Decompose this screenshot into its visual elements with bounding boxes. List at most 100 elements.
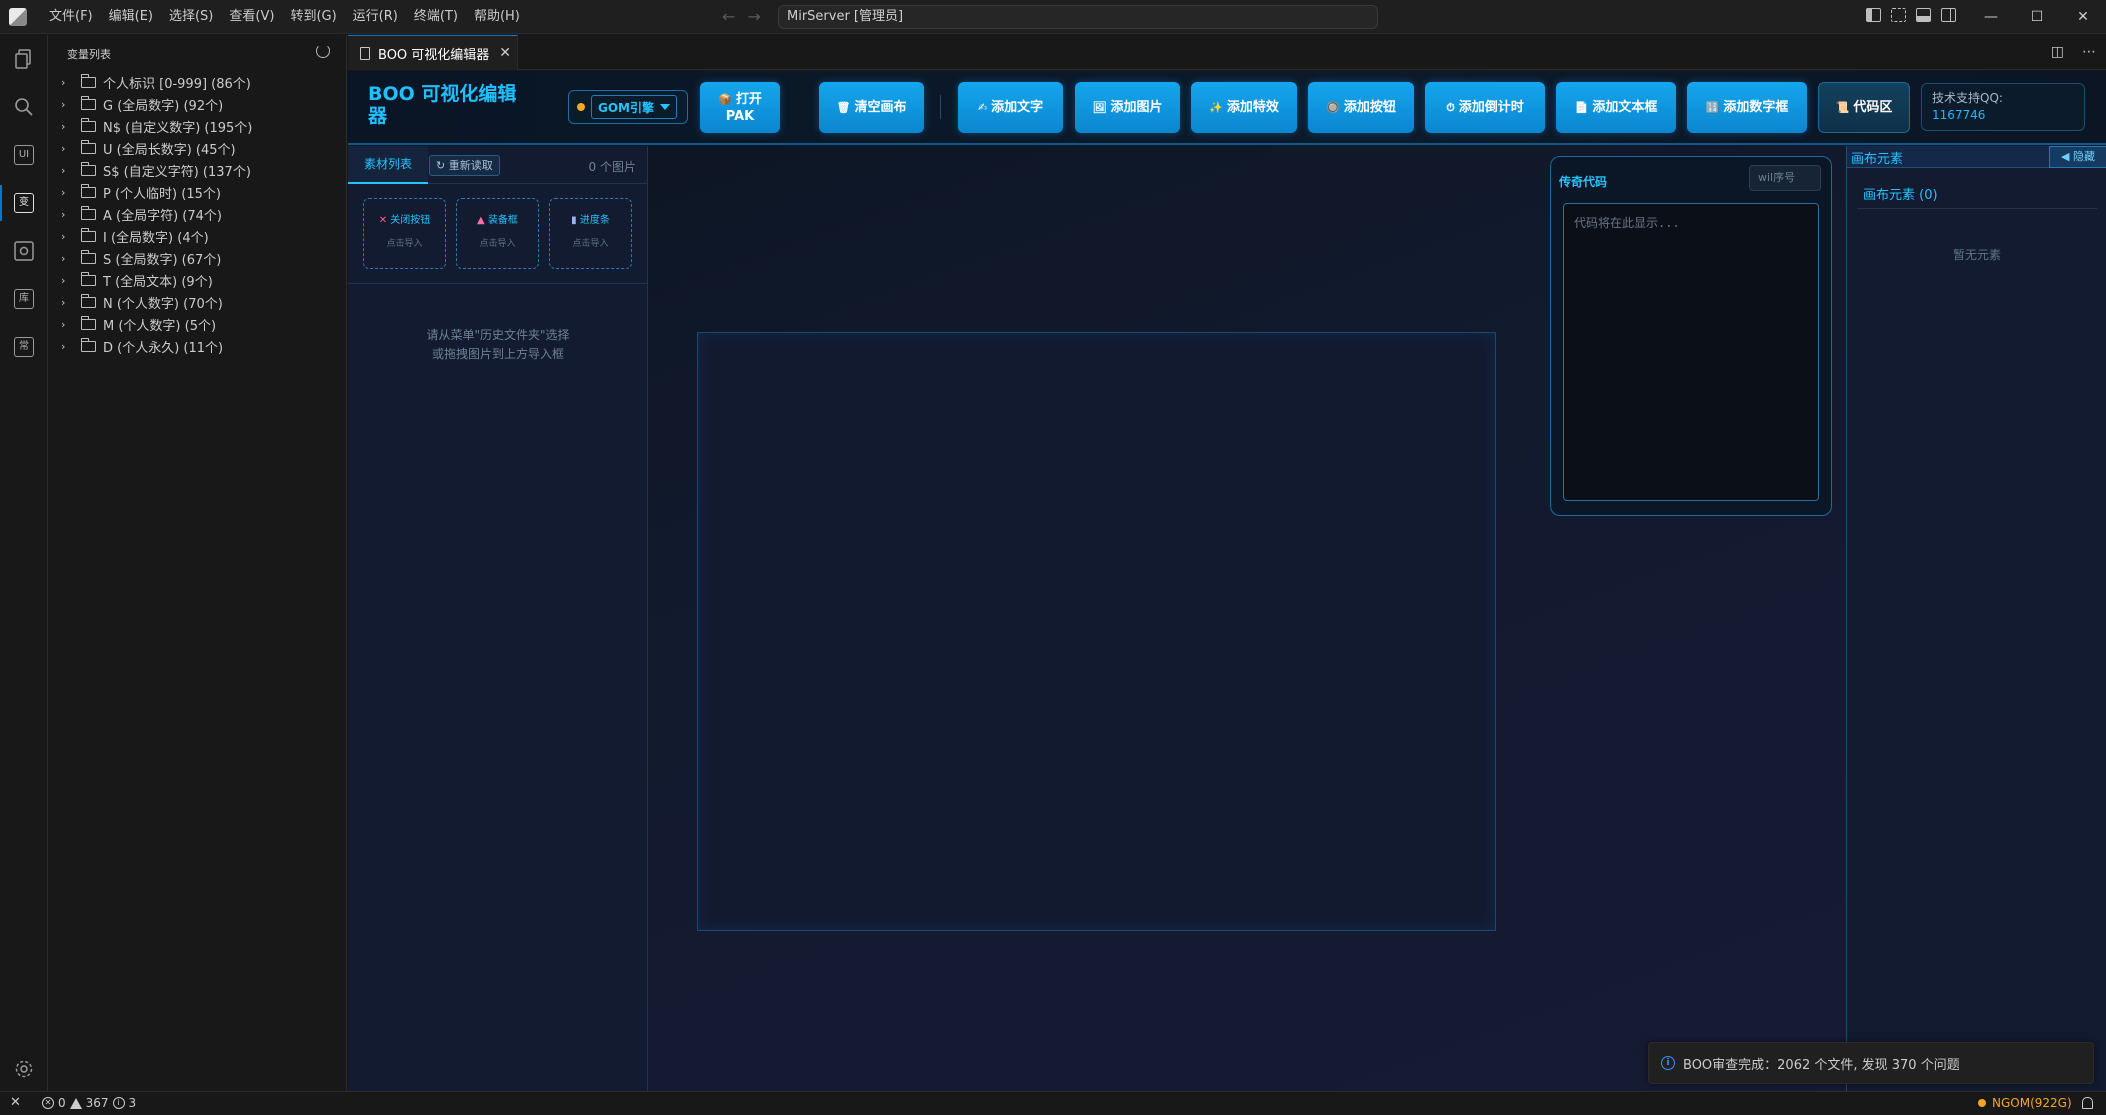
materials-hint: 请从菜单"历史文件夹"选择 或拖拽图片到上方导入框 [426, 328, 570, 361]
tree-item-label: S (全局数字) (67个) [103, 252, 222, 268]
tree-item[interactable]: › P (个人临时) (15个) [61, 181, 252, 203]
wil-index-input[interactable]: wil序号 [1749, 165, 1821, 191]
manage-activity[interactable] [0, 1045, 48, 1093]
search-icon [15, 98, 33, 116]
minimize-icon[interactable]: — [1968, 0, 2014, 34]
folder-icon [81, 117, 96, 132]
variables-activity[interactable]: 变 [0, 179, 48, 227]
chevron-right-icon: › [61, 185, 66, 199]
sparkles-icon: ✨ [1209, 101, 1223, 114]
design-canvas[interactable] [697, 332, 1496, 931]
import-slot-equipment-frame[interactable]: ▲ 装备框 点击导入 [456, 198, 539, 269]
menu-view[interactable]: 查看(V) [221, 5, 282, 29]
tree-item-label: 个人标识 [0-999] (86个) [103, 76, 251, 92]
toggle-secondary-sidebar-icon[interactable] [1941, 8, 1956, 22]
import-slot-progress-bar[interactable]: ▮ 进度条 点击导入 [549, 198, 632, 269]
menu-terminal[interactable]: 终端(T) [406, 5, 466, 29]
engine-status-dot [577, 103, 585, 111]
forward-arrow-icon[interactable]: → [747, 7, 760, 26]
editor-tab-bar: BOO 可视化编辑器 ✕ ◫ ⋯ [348, 35, 2106, 70]
sidebar-title: 变量列表 [67, 48, 111, 61]
hide-panel-button[interactable]: ◀ 隐藏 [2049, 146, 2106, 168]
document-icon: 📄 [1574, 101, 1589, 114]
editor-brand: BOO 可视化编辑器 [368, 83, 517, 127]
folder-icon [81, 249, 96, 264]
tab-boo-editor[interactable]: BOO 可视化编辑器 ✕ [348, 35, 518, 70]
library-activity[interactable]: 库 [0, 275, 48, 323]
customize-layout-icon[interactable] [1891, 8, 1906, 22]
toggle-panel-icon[interactable] [1916, 8, 1931, 22]
tree-item[interactable]: › U (全局长数字) (45个) [61, 137, 252, 159]
add-effect-button[interactable]: ✨ 添加特效 [1191, 82, 1297, 133]
engine-dropdown[interactable]: GOM引擎 [591, 95, 677, 119]
close-icon[interactable]: ✕ [499, 45, 511, 61]
tree-item-label: N (个人数字) (70个) [103, 296, 223, 312]
info-count: 3 [128, 1096, 137, 1110]
status-bar: ✕ ✕ 0 367 i 3 NGOM(922G) [0, 1091, 2106, 1115]
bell-icon[interactable] [2082, 1097, 2093, 1109]
tree-item[interactable]: › 个人标识 [0-999] (86个) [61, 71, 252, 93]
activity-bar: UI 变 库 常 [0, 35, 48, 1091]
menu-bar: 文件(F) 编辑(E) 选择(S) 查看(V) 转到(G) 运行(R) 终端(T… [41, 0, 528, 34]
command-center[interactable]: MirServer [管理员] [778, 5, 1378, 29]
elements-title: 画布元素 [1851, 152, 1904, 167]
import-slot-close-button[interactable]: ✕ 关闭按钮 点击导入 [363, 198, 446, 269]
search-activity[interactable] [0, 83, 48, 131]
tree-item[interactable]: › D (个人永久) (11个) [61, 335, 252, 357]
add-textbox-button[interactable]: 📄 添加文本框 [1556, 82, 1676, 133]
layout-controls [1866, 8, 1956, 22]
tree-item[interactable]: › N$ (自定义数字) (195个) [61, 115, 252, 137]
back-arrow-icon[interactable]: ← [722, 7, 735, 26]
tree-item[interactable]: › A (全局字符) (74个) [61, 203, 252, 225]
tree-item-label: T (全局文本) (9个) [103, 274, 213, 290]
tree-item[interactable]: › S$ (自定义字符) (137个) [61, 159, 252, 181]
add-countdown-button[interactable]: ⏱ 添加倒计时 [1425, 82, 1545, 133]
close-window-icon[interactable]: ✕ [2060, 0, 2106, 34]
clear-canvas-button[interactable]: 🗑 清空画布 [819, 82, 924, 133]
settings-panel-activity[interactable] [0, 227, 48, 275]
more-actions-icon[interactable]: ⋯ [2082, 44, 2096, 60]
menu-selection[interactable]: 选择(S) [161, 5, 221, 29]
folder-icon [81, 337, 96, 352]
tree-item[interactable]: › N (个人数字) (70个) [61, 291, 252, 313]
open-pak-button[interactable]: 📦 打开PAK [700, 82, 780, 133]
canvas-elements-panel: 画布元素 ◀ 隐藏 画布元素 (0) 暂无元素 [1846, 146, 2106, 1091]
reload-button[interactable]: ↻ 重新读取 [429, 155, 500, 176]
tree-item[interactable]: › S (全局数字) (67个) [61, 247, 252, 269]
menu-run[interactable]: 运行(R) [345, 5, 406, 29]
engine-status[interactable]: NGOM(922G) [1978, 1096, 2072, 1110]
image-icon: 🖼 [1092, 101, 1107, 114]
refresh-icon[interactable] [316, 44, 330, 58]
add-image-button[interactable]: 🖼 添加图片 [1075, 82, 1180, 133]
tree-item[interactable]: › M (个人数字) (5个) [61, 313, 252, 335]
add-text-button[interactable]: ✍ 添加文字 [958, 82, 1063, 133]
notification-toast[interactable]: i BOO审查完成：2062 个文件, 发现 370 个问题 [1648, 1042, 2094, 1084]
elements-header: 画布元素 ◀ 隐藏 [1847, 146, 2106, 168]
variables-box-icon: 变 [14, 193, 34, 213]
tab-materials[interactable]: 素材列表 [348, 146, 428, 184]
tree-item-label: N$ (自定义数字) (195个) [103, 120, 253, 136]
code-area-button[interactable]: 📜 代码区 [1818, 82, 1910, 133]
chevron-down-icon [660, 104, 670, 110]
code-output[interactable]: 代码将在此显示... [1563, 203, 1819, 501]
problems-indicator[interactable]: ✕ 0 367 i 3 [42, 1096, 136, 1110]
remote-icon[interactable]: ✕ [10, 1095, 21, 1110]
toggle-primary-sidebar-icon[interactable] [1866, 8, 1881, 22]
chevron-right-icon: › [61, 229, 66, 243]
menu-help[interactable]: 帮助(H) [466, 5, 528, 29]
engine-select[interactable]: GOM引擎 [568, 90, 688, 124]
explorer-activity[interactable] [0, 35, 48, 83]
split-editor-icon[interactable]: ◫ [2051, 44, 2064, 60]
maximize-icon[interactable]: ☐ [2014, 0, 2060, 34]
menu-go[interactable]: 转到(G) [282, 5, 344, 29]
menu-edit[interactable]: 编辑(E) [101, 5, 161, 29]
add-button-button[interactable]: 🔘 添加按钮 [1308, 82, 1414, 133]
tree-item[interactable]: › I (全局数字) (4个) [61, 225, 252, 247]
variables-tree: › 个人标识 [0-999] (86个) › G (全局数字) (92个) › N$ … [61, 71, 252, 357]
common-activity[interactable]: 常 [0, 323, 48, 371]
add-number-box-button[interactable]: 🔢 添加数字框 [1687, 82, 1807, 133]
tree-item[interactable]: › T (全局文本) (9个) [61, 269, 252, 291]
tree-item[interactable]: › G (全局数字) (92个) [61, 93, 252, 115]
ui-activity[interactable]: UI [0, 131, 48, 179]
menu-file[interactable]: 文件(F) [41, 5, 101, 29]
